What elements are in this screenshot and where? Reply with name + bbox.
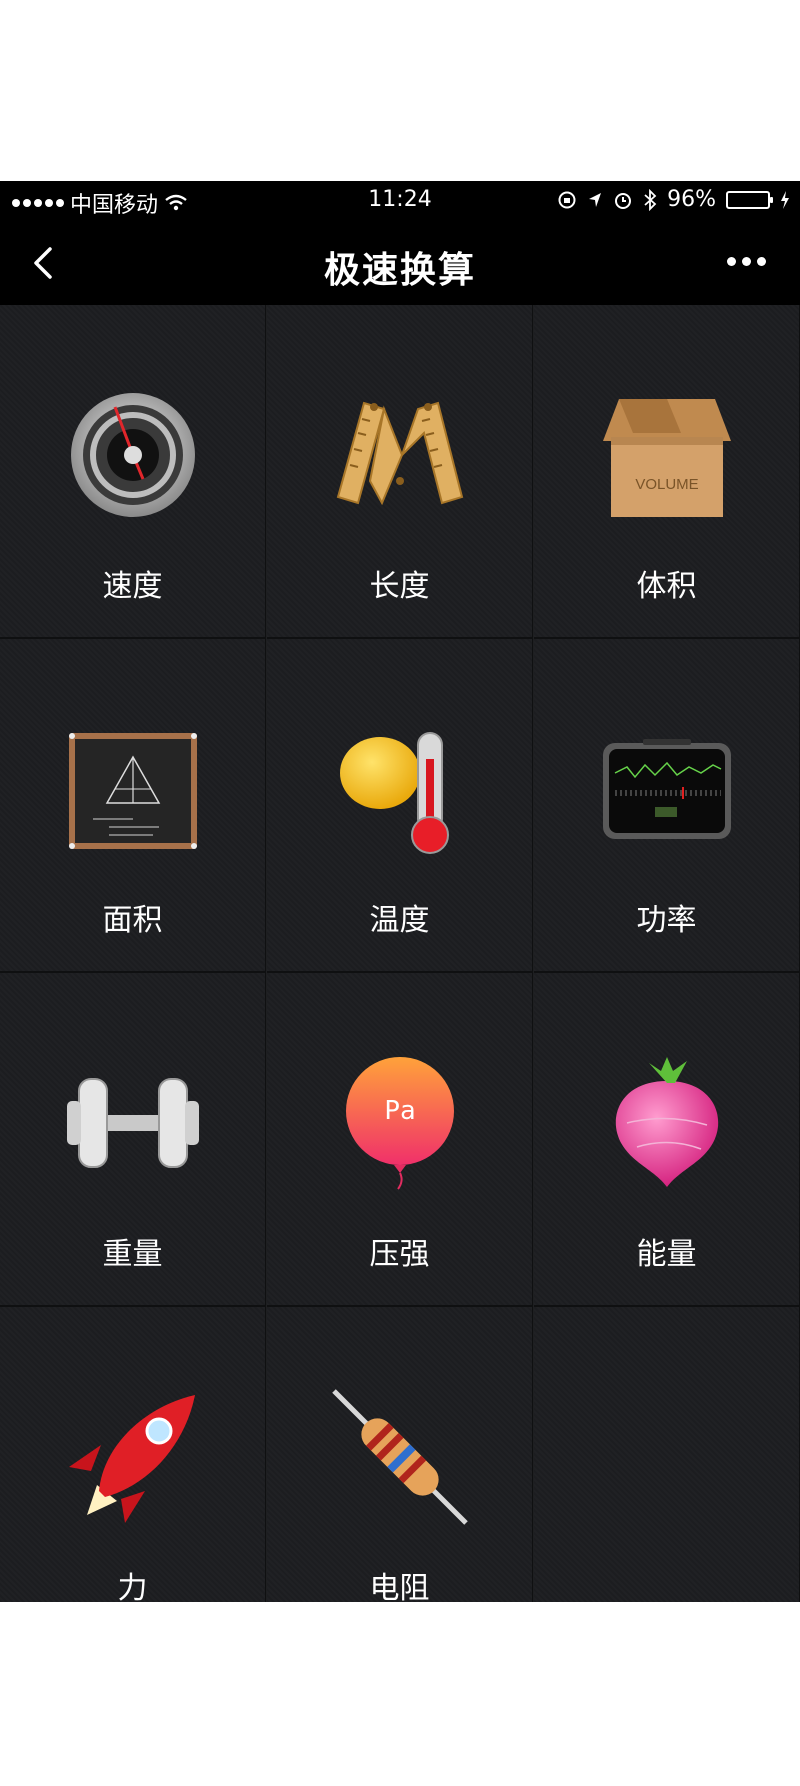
grid-item-power[interactable]: 功率 (534, 639, 800, 973)
grid-item-energy[interactable]: 能量 (534, 973, 800, 1307)
ruler-icon (336, 401, 463, 506)
location-icon (589, 192, 602, 207)
box-icon: VOLUME (602, 399, 731, 517)
grid-item-area[interactable]: 面积 (0, 639, 266, 973)
balloon-label-text: Pa (384, 1096, 415, 1126)
grid-item-label: 能量 (636, 1237, 697, 1272)
page-title: 极速换算 (323, 250, 476, 291)
dumbbell-icon (66, 1078, 199, 1168)
status-bar: 中国移动 11:24 96% (0, 181, 800, 221)
grid-item-label: 功率 (636, 903, 697, 938)
grid-item-label: 面积 (102, 903, 163, 938)
rotation-lock-icon (558, 191, 576, 208)
radish-icon (615, 1057, 718, 1187)
bluetooth-icon (644, 188, 657, 211)
power-meter-icon (602, 739, 731, 839)
navigation-bar: 极速换算 (0, 221, 800, 305)
grid-item-label: 电阻 (369, 1571, 430, 1602)
charging-bolt-icon (781, 190, 789, 209)
app-screen: 中国移动 11:24 96% 极速换算 速度 长度 VOLUME 体积 面积 温… (0, 181, 800, 1602)
more-dots-icon[interactable] (727, 257, 766, 266)
grid-item-volume[interactable]: VOLUME 体积 (534, 305, 800, 639)
grid-item-label: 速度 (102, 569, 163, 604)
speedometer-icon (70, 393, 195, 517)
grid-item-label: 温度 (369, 903, 430, 938)
blackboard-icon (68, 733, 197, 849)
grid-item-label: 长度 (369, 569, 430, 604)
rocket-icon (68, 1395, 195, 1523)
box-label-text: VOLUME (635, 476, 698, 493)
grid-item-speed[interactable]: 速度 (0, 305, 266, 639)
grid-item-label: 重量 (102, 1237, 163, 1272)
grid-item-temperature[interactable]: 温度 (267, 639, 533, 973)
grid-item-force[interactable]: 力 (0, 1307, 266, 1602)
grid-item-weight[interactable]: 重量 (0, 973, 266, 1307)
grid-item-empty (534, 1307, 800, 1602)
resistor-icon (331, 1389, 468, 1525)
grid-item-label: 体积 (636, 569, 697, 604)
thermometer-icon (339, 732, 449, 854)
grid-item-resistance[interactable]: 电阻 (267, 1307, 533, 1602)
grid-item-label: 力 (117, 1571, 148, 1602)
alarm-icon (615, 192, 632, 209)
balloon-icon: Pa (345, 1057, 454, 1190)
grid-item-pressure[interactable]: Pa 压强 (267, 973, 533, 1307)
grid-item-length[interactable]: 长度 (267, 305, 533, 639)
conversion-grid: 速度 长度 VOLUME 体积 面积 温度 功率 重量 Pa 压强 能量 力 电… (0, 305, 800, 1602)
battery-icon (726, 190, 773, 209)
grid-item-label: 压强 (369, 1237, 430, 1272)
battery-percent: 96% (667, 187, 716, 212)
status-right: 96% (557, 187, 790, 212)
